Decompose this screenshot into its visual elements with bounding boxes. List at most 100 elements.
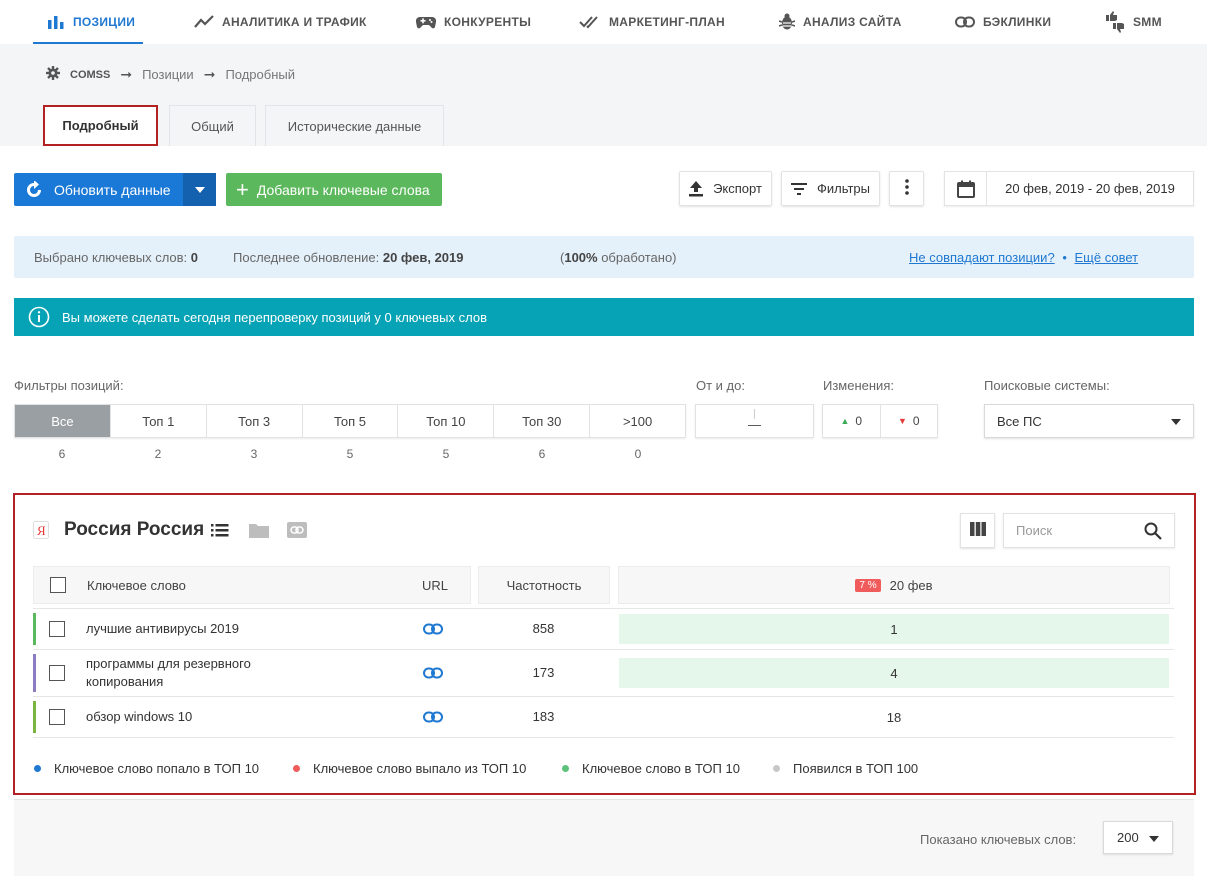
filter-all[interactable]: Все	[15, 405, 111, 437]
nav-item-competitors[interactable]: КОНКУРЕНТЫ	[416, 0, 531, 44]
link-separator: •	[1062, 249, 1067, 265]
table-footer: Показано ключевых слов: 200	[14, 799, 1194, 876]
processed-status: (100% обработано)	[560, 250, 677, 265]
row-marker	[33, 701, 36, 733]
columns-toggle-button[interactable]	[960, 513, 995, 548]
last-update-label: Последнее обновление:	[233, 249, 380, 265]
changes-filter: ▲ 0 ▼ 0	[822, 404, 938, 438]
filters-label: Фильтры	[816, 181, 870, 196]
add-keywords-label: Добавить ключевые слова	[256, 181, 430, 198]
filters-button[interactable]: Фильтры	[781, 171, 880, 206]
kebab-menu-icon	[904, 179, 909, 198]
tab-detailed[interactable]: Подробный	[43, 105, 158, 146]
legend-item: Появился в ТОП 100	[773, 761, 918, 776]
tab-general[interactable]: Общий	[169, 105, 256, 146]
search-icon[interactable]	[1144, 522, 1162, 543]
changes-down-value: 0	[912, 414, 920, 428]
column-url[interactable]: URL	[422, 578, 448, 593]
mismatch-positions-link[interactable]: Не совпадают позиции?	[909, 250, 1055, 265]
url-link-icon[interactable]	[423, 667, 443, 679]
filter-over100[interactable]: >100	[590, 405, 686, 437]
list-view-icon[interactable]	[211, 523, 229, 537]
update-dropdown-toggle[interactable]	[183, 173, 216, 206]
filter-top3[interactable]: Топ 3	[206, 405, 303, 437]
nav-item-marketing-plan[interactable]: МАРКЕТИНГ-ПЛАН	[579, 0, 725, 44]
changes-up-button[interactable]: ▲ 0	[823, 405, 881, 437]
add-keywords-button[interactable]: + Добавить ключевые слова	[226, 173, 442, 206]
search-engine-value: Все ПС	[997, 413, 1042, 429]
legend-label: Ключевое слово попало в ТОП 10	[54, 761, 260, 776]
range-input[interactable]: —	[695, 404, 814, 438]
another-tip-link[interactable]: Ещё совет	[1075, 250, 1139, 265]
date-range-picker[interactable]: 20 фев, 2019 - 20 фев, 2019	[944, 171, 1194, 206]
panel-title: Россия Россия	[64, 519, 205, 540]
recheck-notice-text: Вы можете сделать сегодня перепроверку п…	[62, 309, 487, 325]
filter-top1[interactable]: Топ 1	[110, 405, 207, 437]
row-position: 4	[619, 658, 1169, 688]
plus-icon: +	[236, 176, 249, 202]
processed-value: 100%	[564, 249, 598, 265]
row-keyword: программы для резервного копирования	[86, 656, 251, 689]
more-options-button[interactable]	[889, 171, 924, 206]
legend-item: Ключевое слово в ТОП 10	[562, 761, 740, 776]
tab-history[interactable]: Исторические данные	[265, 105, 444, 146]
double-check-icon	[579, 15, 601, 29]
nav-item-positions[interactable]: ПОЗИЦИИ	[33, 0, 143, 44]
nav-item-analytics[interactable]: АНАЛИТИКА И ТРАФИК	[194, 0, 367, 44]
row-position: 18	[886, 709, 902, 725]
row-position: 1	[619, 614, 1169, 644]
legend-dot	[293, 765, 300, 772]
keyword-search-field[interactable]	[1003, 513, 1175, 548]
nav-label: SMM	[1133, 15, 1162, 29]
gamepad-icon	[416, 15, 436, 29]
nav-item-site-audit[interactable]: АНАЛИЗ САЙТА	[779, 0, 902, 44]
recheck-notice: Вы можете сделать сегодня перепроверку п…	[14, 298, 1194, 336]
export-button[interactable]: Экспорт	[679, 171, 772, 206]
legend-label: Ключевое слово в ТОП 10	[582, 761, 740, 776]
row-checkbox[interactable]	[49, 621, 65, 637]
filter-count-top1: 2	[154, 447, 162, 461]
select-all-checkbox[interactable]	[50, 577, 66, 593]
changes-down-button[interactable]: ▼ 0	[881, 405, 938, 437]
column-keyword[interactable]: Ключевое слово	[87, 578, 186, 593]
row-checkbox[interactable]	[49, 709, 65, 725]
legend-label: Появился в ТОП 100	[793, 761, 919, 776]
arrow-right-icon: ➞	[203, 66, 216, 82]
upload-icon	[689, 180, 704, 197]
triangle-up-icon: ▲	[840, 416, 850, 426]
filter-count-top3: 3	[250, 447, 258, 461]
search-input[interactable]	[1016, 523, 1136, 538]
column-frequency[interactable]: Частотность	[478, 566, 610, 604]
link-tag-icon[interactable]	[287, 522, 307, 538]
column-date[interactable]: 7 % 20 фев	[618, 566, 1170, 604]
nav-item-backlinks[interactable]: БЭКЛИНКИ	[955, 0, 1051, 44]
nav-label: МАРКЕТИНГ-ПЛАН	[609, 15, 725, 29]
update-data-button[interactable]: Обновить данные	[14, 173, 216, 206]
nav-label: АНАЛИТИКА И ТРАФИК	[222, 15, 367, 29]
gear-icon[interactable]	[46, 66, 60, 83]
filter-count-all: 6	[58, 447, 66, 461]
filter-top10[interactable]: Топ 10	[398, 405, 495, 437]
columns-icon	[969, 522, 986, 539]
search-engine-select[interactable]: Все ПС	[984, 404, 1194, 438]
position-filter-segments: Все Топ 1 Топ 3 Топ 5 Топ 10 Топ 30 >100	[14, 404, 686, 438]
breadcrumb: COMSS ➞ Позиции ➞ Подробный	[46, 66, 295, 83]
breadcrumb-project[interactable]: COMSS	[70, 69, 110, 81]
range-divider	[754, 409, 755, 419]
page-size-select[interactable]: 200	[1103, 821, 1173, 854]
page-size-value: 200	[1117, 830, 1139, 845]
url-link-icon[interactable]	[423, 711, 443, 723]
url-link-icon[interactable]	[423, 623, 443, 635]
nav-item-smm[interactable]: SMM	[1105, 0, 1162, 44]
status-info-bar: Выбрано ключевых слов: 0 Последнее обнов…	[14, 236, 1194, 278]
folder-icon[interactable]	[249, 522, 269, 538]
export-label: Экспорт	[713, 181, 762, 196]
row-marker	[33, 613, 36, 645]
row-checkbox[interactable]	[49, 665, 65, 681]
breadcrumb-positions[interactable]: Позиции	[142, 67, 194, 82]
legend-item: Ключевое слово попало в ТОП 10	[34, 761, 259, 776]
filter-top5[interactable]: Топ 5	[302, 405, 399, 437]
filter-top30[interactable]: Топ 30	[494, 405, 591, 437]
row-divider	[33, 608, 1174, 609]
filter-count-top5: 5	[346, 447, 354, 461]
